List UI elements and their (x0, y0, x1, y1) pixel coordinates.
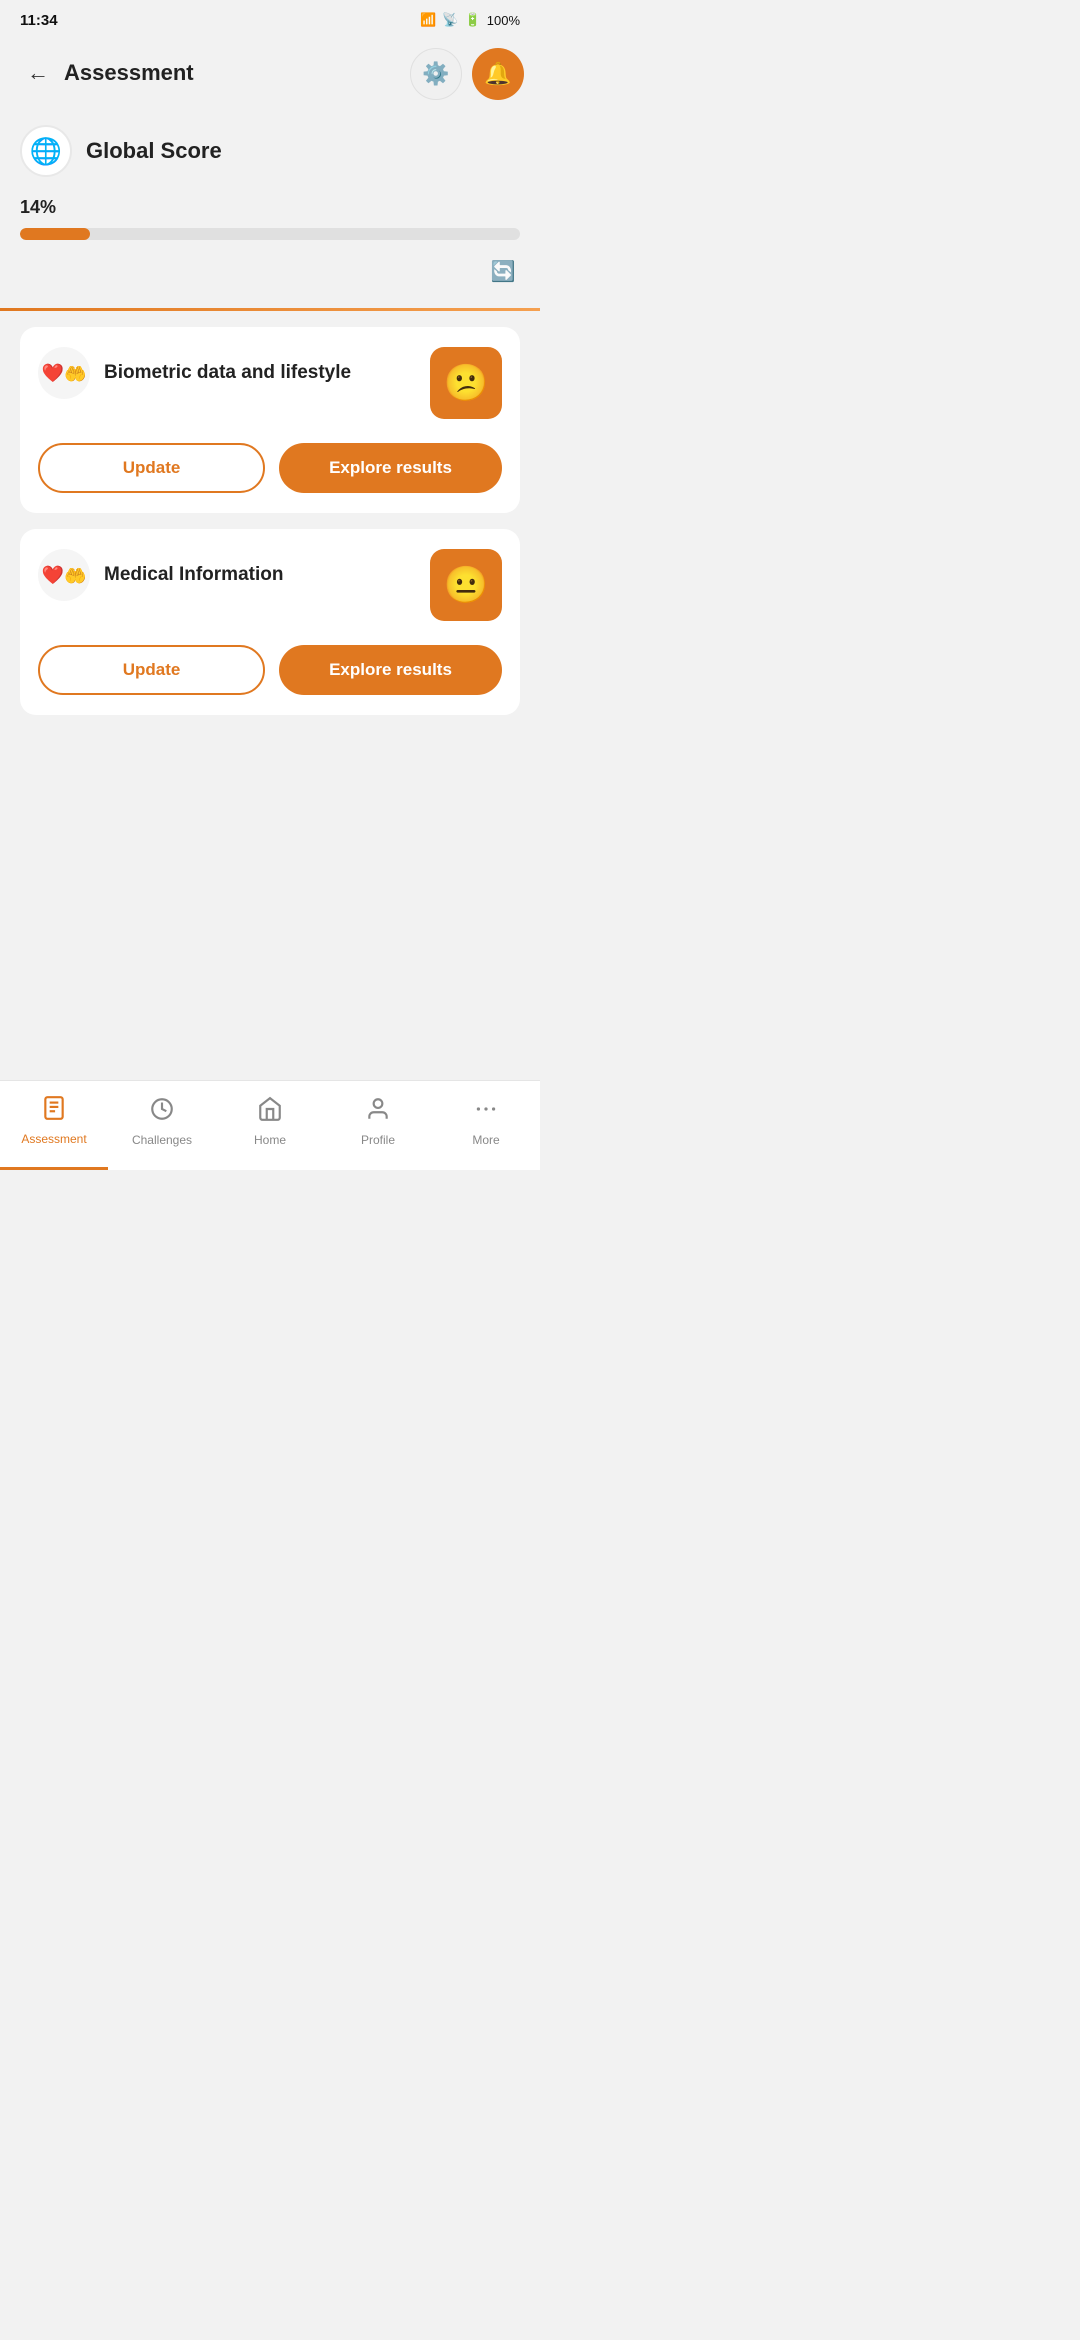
card-top-medical: ❤️ 🤲 Medical Information 😐 (38, 549, 502, 621)
assessment-nav-icon (41, 1095, 67, 1128)
challenges-nav-icon (149, 1096, 175, 1129)
signal-icon: 📡 (442, 12, 458, 28)
biometric-emoji-badge: 😕 (430, 347, 502, 419)
medical-card: ❤️ 🤲 Medical Information 😐 Update Explor… (20, 529, 520, 715)
more-nav-icon (473, 1096, 499, 1129)
status-icons: 📶 📡 🔋 100% (420, 12, 520, 28)
global-score-header: 🌐 Global Score (20, 125, 520, 177)
medical-card-buttons: Update Explore results (38, 645, 502, 695)
nav-item-profile[interactable]: Profile (324, 1081, 432, 1170)
card-top: ❤️ 🤲 Biometric data and lifestyle 😕 (38, 347, 502, 419)
notification-button[interactable]: 🔔 (472, 48, 524, 100)
wifi-icon: 📶 (420, 12, 436, 28)
medical-emoji: 😐 (444, 564, 489, 606)
status-time: 11:34 (20, 12, 58, 29)
biometric-emoji: 😕 (444, 362, 489, 404)
back-button[interactable]: ← (20, 55, 56, 91)
biometric-icon-container: ❤️ 🤲 (38, 347, 90, 399)
biometric-card-buttons: Update Explore results (38, 443, 502, 493)
more-nav-label: More (472, 1133, 499, 1147)
nav-item-home[interactable]: Home (216, 1081, 324, 1170)
page-title: Assessment (64, 60, 194, 86)
back-arrow-icon: ← (27, 60, 49, 86)
assessment-nav-label: Assessment (21, 1132, 86, 1146)
nav-item-assessment[interactable]: Assessment (0, 1081, 108, 1170)
score-percent: 14% (20, 197, 520, 218)
global-score-card: 🌐 Global Score 14% 🔄 (20, 115, 520, 308)
medical-emoji-badge: 😐 (430, 549, 502, 621)
medical-icon-container: ❤️ 🤲 (38, 549, 90, 601)
biometric-card-info: ❤️ 🤲 Biometric data and lifestyle (38, 347, 420, 399)
medical-explore-button[interactable]: Explore results (279, 645, 502, 695)
settings-icon: ⚙️ (422, 61, 449, 87)
battery-percent: 100% (487, 13, 520, 28)
bottom-nav: Assessment Challenges Home Profile (0, 1080, 540, 1170)
profile-nav-label: Profile (361, 1133, 395, 1147)
nav-item-challenges[interactable]: Challenges (108, 1081, 216, 1170)
bell-icon: 🔔 (484, 61, 511, 87)
main-content: 🌐 Global Score 14% 🔄 ❤️ 🤲 Biometric data… (0, 105, 540, 715)
nav-item-more[interactable]: More (432, 1081, 540, 1170)
globe-icon: 🌐 (30, 136, 62, 167)
global-score-title: Global Score (86, 138, 222, 164)
home-nav-icon (257, 1096, 283, 1129)
biometric-update-button[interactable]: Update (38, 443, 265, 493)
refresh-row: 🔄 (20, 254, 520, 288)
header-actions: ⚙️ 🔔 (410, 48, 524, 100)
globe-icon-container: 🌐 (20, 125, 72, 177)
biometric-explore-button[interactable]: Explore results (279, 443, 502, 493)
home-nav-label: Home (254, 1133, 286, 1147)
battery-icon: 🔋 (465, 12, 481, 28)
progress-bar-background (20, 228, 520, 240)
medical-card-title: Medical Information (104, 563, 283, 588)
biometric-card: ❤️ 🤲 Biometric data and lifestyle 😕 Upda… (20, 327, 520, 513)
settings-button[interactable]: ⚙️ (410, 48, 462, 100)
challenges-nav-label: Challenges (132, 1133, 192, 1147)
medical-card-info: ❤️ 🤲 Medical Information (38, 549, 420, 601)
orange-divider (0, 308, 540, 311)
refresh-button[interactable]: 🔄 (486, 254, 520, 288)
profile-nav-icon (365, 1096, 391, 1129)
status-bar: 11:34 📶 📡 🔋 100% (0, 0, 540, 40)
biometric-card-title: Biometric data and lifestyle (104, 361, 351, 386)
progress-bar-fill (20, 228, 90, 240)
medical-update-button[interactable]: Update (38, 645, 265, 695)
header: ← Assessment ⚙️ 🔔 (0, 40, 540, 105)
